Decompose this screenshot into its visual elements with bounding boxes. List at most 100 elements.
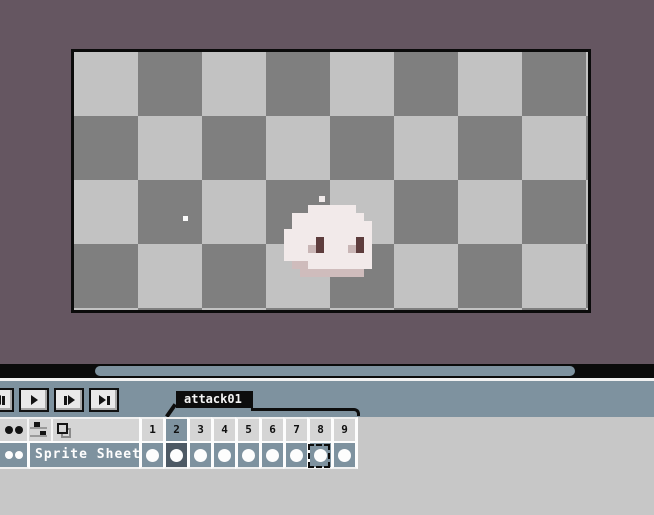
sprite-pixel (308, 253, 316, 261)
cel-thumbnail (242, 449, 255, 462)
sprite-pixel (356, 261, 364, 269)
sprite-pixel (300, 269, 308, 277)
layer-name[interactable]: Sprite Sheet (30, 443, 139, 469)
cel[interactable] (259, 443, 283, 469)
go-to-next-frame-button[interactable] (54, 388, 84, 412)
play-button[interactable] (19, 388, 49, 412)
sprite-pixel (308, 245, 316, 253)
cel[interactable] (163, 443, 187, 469)
sprite-pixel (308, 221, 316, 229)
sprite-pixel (316, 253, 324, 261)
frame-header-cell[interactable]: 1 (139, 417, 163, 443)
sprite-pixel (340, 221, 348, 229)
sprite-pixel (316, 205, 324, 213)
layer-visibility-icon[interactable] (5, 426, 13, 434)
sprite-pixel (316, 213, 324, 221)
frame-header-cell[interactable]: 7 (283, 417, 307, 443)
sprite-pixel (284, 229, 292, 237)
sprite-pixel (324, 229, 332, 237)
sprite-particle (319, 196, 325, 202)
frame-header-cell[interactable]: 2 (163, 417, 187, 443)
frames-header: 123456789 (139, 417, 358, 443)
cel[interactable] (187, 443, 211, 469)
cels-row (139, 443, 358, 469)
sprite-pixel (332, 205, 340, 213)
cel[interactable] (307, 443, 331, 469)
sprite-pixel (324, 221, 332, 229)
frame-tag-label[interactable]: attack01 (176, 391, 253, 408)
frame-header-cell[interactable]: 4 (211, 417, 235, 443)
cel[interactable] (283, 443, 307, 469)
sprite-pixel (292, 261, 300, 269)
cel[interactable] (235, 443, 259, 469)
sprite-pixel (308, 237, 316, 245)
eye-dot-icon (5, 451, 13, 459)
app-window: { "colors": { "background_purple": "#655… (0, 0, 654, 515)
sprite-pixel (332, 237, 340, 245)
cel[interactable] (331, 443, 358, 469)
frame-header-cell[interactable]: 3 (187, 417, 211, 443)
layer-visibility-cell[interactable] (0, 443, 30, 469)
timeline-header-bar (0, 417, 139, 443)
sprite-pixel (308, 269, 316, 277)
sprite-pixel (300, 261, 308, 269)
sprite-pixel (348, 269, 356, 277)
sprite-pixel (300, 213, 308, 221)
eye-dot-icon (15, 451, 23, 459)
layers-stack-icon[interactable] (57, 423, 68, 434)
sprite-pixel (340, 253, 348, 261)
sprite-pixel (316, 237, 324, 245)
bar-glyph (2, 396, 5, 405)
sprite-pixel (364, 253, 372, 261)
sprite-pixel (324, 253, 332, 261)
frame-header-cell[interactable]: 6 (259, 417, 283, 443)
separator (27, 419, 29, 441)
sprite-pixel (364, 229, 372, 237)
cel[interactable] (139, 443, 163, 469)
sprite-pixel (356, 253, 364, 261)
sprite-pixel (292, 221, 300, 229)
sprite-pixel (292, 237, 300, 245)
horizontal-scrollbar-track[interactable] (0, 364, 654, 378)
separator (51, 419, 53, 441)
sprite-pixel (324, 205, 332, 213)
cel-thumbnail (266, 449, 279, 462)
cel[interactable] (211, 443, 235, 469)
skip-forward-icon (99, 395, 106, 405)
sprite-pixel (292, 213, 300, 221)
sprite-pixel (340, 261, 348, 269)
sprite-pixel (364, 245, 372, 253)
horizontal-scrollbar-thumb[interactable] (95, 366, 575, 376)
step-forward-icon (68, 395, 75, 405)
sprite-pixel (356, 237, 364, 245)
tag-bracket (251, 408, 360, 416)
sprite-pixel (284, 245, 292, 253)
sprite-pixel (316, 269, 324, 277)
sprite-pixel (284, 253, 292, 261)
sprite-pixel (332, 221, 340, 229)
layer-visibility-icon[interactable] (15, 426, 23, 434)
sprite-pixel (308, 261, 316, 269)
sprite-pixel (340, 245, 348, 253)
go-to-first-frame-button[interactable] (0, 388, 14, 412)
sprite-pixel (348, 205, 356, 213)
sprite-pixel (348, 253, 356, 261)
sprite-pixel (300, 237, 308, 245)
cel-thumbnail (290, 449, 303, 462)
frame-header-cell[interactable]: 8 (307, 417, 331, 443)
frame-header-cell[interactable]: 9 (331, 417, 358, 443)
frame-header-cell[interactable]: 5 (235, 417, 259, 443)
sprite-pixel (316, 229, 324, 237)
sprite-pixel (316, 221, 324, 229)
sprite-pixel (340, 229, 348, 237)
play-icon (31, 395, 38, 405)
cel-thumbnail (194, 449, 207, 462)
sprite-pixel (340, 237, 348, 245)
sprite-pixel (348, 221, 356, 229)
sprite-canvas[interactable] (71, 49, 591, 313)
sprite-pixel (300, 245, 308, 253)
sprite-pixel (324, 245, 332, 253)
sprite-pixel (348, 229, 356, 237)
sprite-pixel (324, 261, 332, 269)
go-to-last-frame-button[interactable] (89, 388, 119, 412)
